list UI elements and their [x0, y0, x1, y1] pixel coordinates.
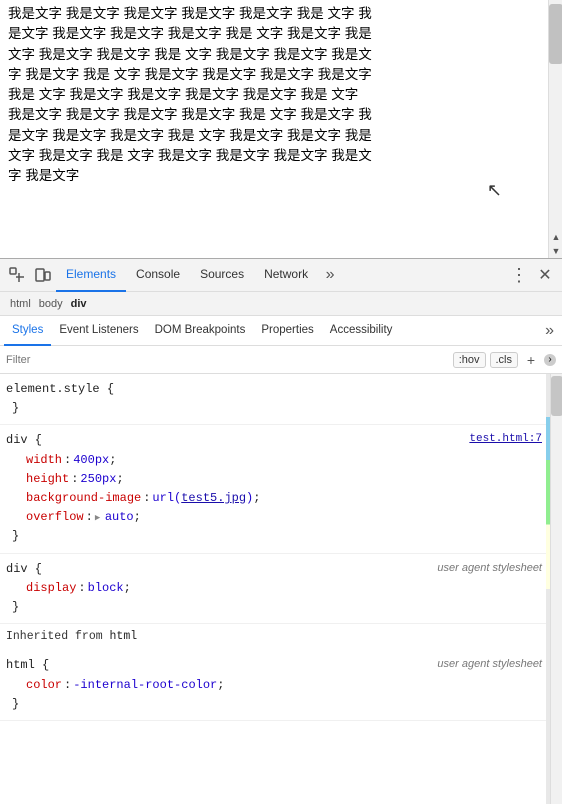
scroll-indicator: ›: [544, 354, 556, 366]
styles-more-button[interactable]: »: [541, 322, 558, 340]
css-prop-color: color : -internal-root-color ;: [6, 676, 556, 695]
tab-console[interactable]: Console: [126, 259, 190, 292]
selector-element-style: element.style {: [6, 380, 114, 399]
source-ua-1: user agent stylesheet: [437, 560, 542, 579]
devtools-tabs: Elements Console Sources Network »: [56, 259, 342, 292]
css-rule-html-ua: html { user agent stylesheet color : -in…: [0, 650, 562, 721]
css-body-div-1: width : 400px ; height : 250px ; backgro…: [0, 451, 562, 551]
css-body-div-ua: display : block ; }: [0, 579, 562, 621]
hov-button[interactable]: :hov: [453, 352, 486, 368]
breadcrumb-div[interactable]: div: [67, 296, 91, 312]
brace-close-div-1: }: [6, 529, 19, 543]
add-style-button[interactable]: +: [522, 351, 540, 369]
filter-input[interactable]: [6, 354, 453, 366]
scrollbar-down-arrow[interactable]: ▼: [549, 244, 562, 258]
css-prop-display: display : block ;: [6, 579, 556, 598]
css-panel: element.style { } div { test.html:7 widt…: [0, 374, 562, 804]
css-rule-div-1: div { test.html:7 width : 400px ; height…: [0, 425, 562, 553]
css-prop-width: width : 400px ;: [6, 451, 556, 470]
tab-network[interactable]: Network: [254, 259, 318, 292]
breadcrumb-body[interactable]: body: [35, 296, 67, 312]
css-prop-height: height : 250px ;: [6, 470, 556, 489]
devtools-options-button[interactable]: ⋮: [506, 262, 532, 288]
brace-close-html-ua: }: [6, 697, 19, 711]
brace-close-div-ua: }: [6, 600, 19, 614]
viewport-content: 我是文字 我是文字 我是文字 我是文字 我是文字 我是 文字 我是文字 我是文字…: [0, 0, 380, 190]
background-image-link[interactable]: test5.jpg: [181, 489, 246, 508]
selector-html-ua: html {: [6, 656, 49, 675]
css-prop-overflow: overflow : ▶ auto ;: [6, 508, 556, 527]
tab-properties[interactable]: Properties: [253, 316, 321, 346]
tab-sources[interactable]: Sources: [190, 259, 254, 292]
tab-elements[interactable]: Elements: [56, 259, 126, 292]
source-ua-html: user agent stylesheet: [437, 656, 542, 675]
chinese-text: 我是文字 我是文字 我是文字 我是文字 我是文字 我是 文字 我是文字 我是文字…: [8, 4, 372, 186]
viewport-scrollbar[interactable]: ▲ ▼: [548, 0, 562, 258]
selector-div-ua: div {: [6, 560, 42, 579]
scrollbar-up-arrow[interactable]: ▲: [549, 230, 562, 244]
cls-button[interactable]: .cls: [490, 352, 519, 368]
inspect-icon[interactable]: [4, 262, 30, 288]
device-toolbar-icon[interactable]: [30, 262, 56, 288]
tab-event-listeners[interactable]: Event Listeners: [51, 316, 146, 346]
triangle-expand-icon[interactable]: ▶: [95, 511, 105, 525]
viewport-area: 我是文字 我是文字 我是文字 我是文字 我是文字 我是 文字 我是文字 我是文字…: [0, 0, 562, 258]
inherited-keyword: html: [110, 630, 138, 643]
options-icon: ⋮: [510, 265, 528, 286]
cursor-indicator: ↖: [487, 180, 502, 201]
filter-bar: :hov .cls + ›: [0, 346, 562, 374]
more-tabs-button[interactable]: »: [318, 263, 342, 287]
devtools-toolbar: Elements Console Sources Network » ⋮ ✕: [0, 259, 562, 292]
css-rule-div-ua: div { user agent stylesheet display : bl…: [0, 554, 562, 625]
brace-close-element-style: }: [6, 401, 19, 415]
css-body-html-ua: color : -internal-root-color ; }: [0, 676, 562, 718]
tab-dom-breakpoints[interactable]: DOM Breakpoints: [147, 316, 254, 346]
source-link-1[interactable]: test.html:7: [469, 431, 542, 450]
styles-scrollbar[interactable]: [550, 374, 562, 804]
css-body-element-style: }: [0, 399, 562, 422]
breadcrumb-html[interactable]: html: [6, 296, 35, 312]
selector-div-1: div {: [6, 431, 42, 450]
devtools-close-button[interactable]: ✕: [532, 262, 558, 288]
inherited-label: Inherited from html: [0, 624, 562, 650]
tab-styles[interactable]: Styles: [4, 316, 51, 346]
devtools-panel: Elements Console Sources Network » ⋮ ✕ h…: [0, 258, 562, 804]
css-prop-background-image: background-image : url(test5.jpg) ;: [6, 489, 556, 508]
tab-accessibility[interactable]: Accessibility: [322, 316, 401, 346]
styles-scrollbar-thumb[interactable]: [551, 376, 562, 416]
styles-panel-tabs: Styles Event Listeners DOM Breakpoints P…: [0, 316, 562, 346]
close-icon: ✕: [538, 265, 551, 285]
scrollbar-thumb[interactable]: [549, 4, 562, 64]
breadcrumb: html body div: [0, 292, 562, 316]
css-rule-element-style: element.style { }: [0, 374, 562, 425]
